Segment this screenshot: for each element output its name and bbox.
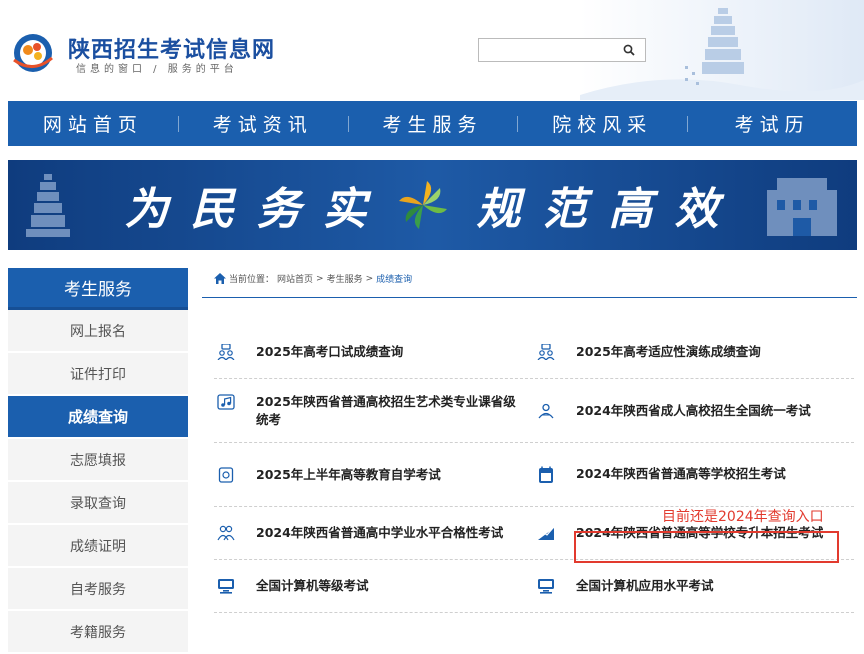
nav-item-news[interactable]: 考试资讯 bbox=[177, 110, 348, 137]
breadcrumb-separator: > bbox=[365, 273, 374, 284]
list-row: 2025年高考口试成绩查询 2025年高考适应性演练成绩查询 bbox=[214, 326, 854, 379]
sidebar-title: 考生服务 bbox=[8, 268, 188, 310]
list-row: 2025年上半年高等教育自学考试 2024年陕西省普通高等学校招生考试 bbox=[214, 443, 854, 507]
search-input[interactable] bbox=[478, 38, 646, 62]
nav-item-home[interactable]: 网站首页 bbox=[8, 110, 178, 137]
annotation-highlight-box bbox=[574, 531, 839, 563]
site-header: 陕西招生考试信息网 信息的窗口 / 服务的平台 bbox=[0, 0, 864, 100]
list-item-label: 2024年陕西省普通高等学校招生考试 bbox=[576, 466, 786, 481]
list-item[interactable]: 2025年陕西省普通高校招生艺术类专业课省级统考 bbox=[214, 393, 534, 429]
list-item-label: 2025年陕西省普通高校招生艺术类专业课省级统考 bbox=[256, 393, 516, 427]
list-item[interactable]: 全国计算机等级考试 bbox=[214, 577, 534, 595]
sidebar-item-score-certificate[interactable]: 成绩证明 bbox=[8, 525, 188, 568]
breadcrumb-current[interactable]: 成绩查询 bbox=[376, 272, 412, 285]
list-item[interactable]: 2024年陕西省成人高校招生全国统一考试 bbox=[534, 402, 854, 420]
list-row: 2025年陕西省普通高校招生艺术类专业课省级统考 2024年陕西省成人高校招生全… bbox=[214, 379, 854, 443]
list-item[interactable]: 2025年高考适应性演练成绩查询 bbox=[534, 343, 854, 361]
list-item-label: 2025年高考口试成绩查询 bbox=[256, 344, 404, 359]
breadcrumb: 当前位置： 网站首页 > 考生服务 > 成绩查询 bbox=[214, 272, 412, 285]
search-icon[interactable] bbox=[623, 44, 635, 56]
nav-item-services[interactable]: 考生服务 bbox=[347, 110, 518, 137]
sidebar-item-registration[interactable]: 网上报名 bbox=[8, 310, 188, 353]
site-logo-icon[interactable] bbox=[8, 28, 58, 74]
list-item[interactable]: 全国计算机应用水平考试 bbox=[534, 577, 854, 595]
computer-icon bbox=[218, 579, 234, 594]
music-icon bbox=[217, 393, 235, 410]
banner-slogan: 为民务实 规范高效 bbox=[8, 160, 857, 250]
nav-item-calendar[interactable]: 考试历 bbox=[687, 110, 857, 137]
breadcrumb-home[interactable]: 网站首页 bbox=[277, 272, 313, 285]
list-item-label: 2024年陕西省普通高中学业水平合格性考试 bbox=[256, 525, 504, 540]
list-item-label: 全国计算机等级考试 bbox=[256, 578, 369, 593]
sidebar-item-records[interactable]: 考籍服务 bbox=[8, 611, 188, 654]
sidebar-item-ticket-print[interactable]: 证件打印 bbox=[8, 353, 188, 396]
sidebar-item-application[interactable]: 志愿填报 bbox=[8, 439, 188, 482]
id-card-icon bbox=[538, 403, 554, 418]
people-icon bbox=[217, 525, 235, 541]
document-icon bbox=[218, 466, 234, 483]
nav-item-colleges[interactable]: 院校风采 bbox=[517, 110, 687, 137]
annotation-note: 目前还是2024年查询入口 bbox=[662, 509, 824, 525]
main-nav: 网站首页 考试资讯 考生服务 院校风采 考试历 bbox=[8, 101, 857, 146]
breadcrumb-separator: > bbox=[316, 273, 324, 284]
list-item-label: 全国计算机应用水平考试 bbox=[576, 578, 714, 593]
banner-slogan-right: 规范高效 bbox=[476, 184, 741, 235]
list-item[interactable]: 2025年高考口试成绩查询 bbox=[214, 343, 534, 361]
sidebar-item-score-query[interactable]: 成绩查询 bbox=[8, 396, 188, 439]
list-item-label: 2025年高考适应性演练成绩查询 bbox=[576, 344, 761, 359]
list-item[interactable]: 2025年上半年高等教育自学考试 bbox=[214, 466, 534, 484]
score-query-list: 2025年高考口试成绩查询 2025年高考适应性演练成绩查询 2025年陕西省普… bbox=[214, 326, 854, 613]
banner-slogan-left: 为民务实 bbox=[124, 184, 389, 235]
site-subtitle: 信息的窗口 / 服务的平台 bbox=[76, 64, 238, 75]
sidebar-item-self-study[interactable]: 自考服务 bbox=[8, 568, 188, 611]
banner: 为民务实 规范高效 bbox=[8, 160, 857, 250]
breadcrumb-section[interactable]: 考生服务 bbox=[327, 272, 363, 285]
pinwheel-icon bbox=[398, 181, 447, 229]
computer-icon bbox=[538, 579, 554, 594]
group-icon bbox=[537, 344, 555, 360]
list-row: 全国计算机等级考试 全国计算机应用水平考试 bbox=[214, 560, 854, 613]
breadcrumb-prefix: 当前位置： bbox=[229, 275, 275, 285]
home-icon bbox=[214, 273, 226, 284]
sidebar: 考生服务 网上报名 证件打印 成绩查询 志愿填报 录取查询 成绩证明 自考服务 … bbox=[8, 268, 188, 654]
list-item[interactable]: 2024年陕西省普通高等学校招生考试 bbox=[534, 465, 854, 484]
list-item[interactable]: 2024年陕西省普通高中学业水平合格性考试 bbox=[214, 524, 534, 542]
list-item-label: 2024年陕西省成人高校招生全国统一考试 bbox=[576, 402, 811, 418]
sidebar-item-admission-query[interactable]: 录取查询 bbox=[8, 482, 188, 525]
exam-calendar-icon bbox=[539, 466, 553, 483]
list-item-label: 2025年上半年高等教育自学考试 bbox=[256, 466, 441, 482]
breadcrumb-divider bbox=[202, 297, 857, 298]
group-icon bbox=[217, 344, 235, 360]
trend-chart-icon bbox=[538, 527, 554, 540]
